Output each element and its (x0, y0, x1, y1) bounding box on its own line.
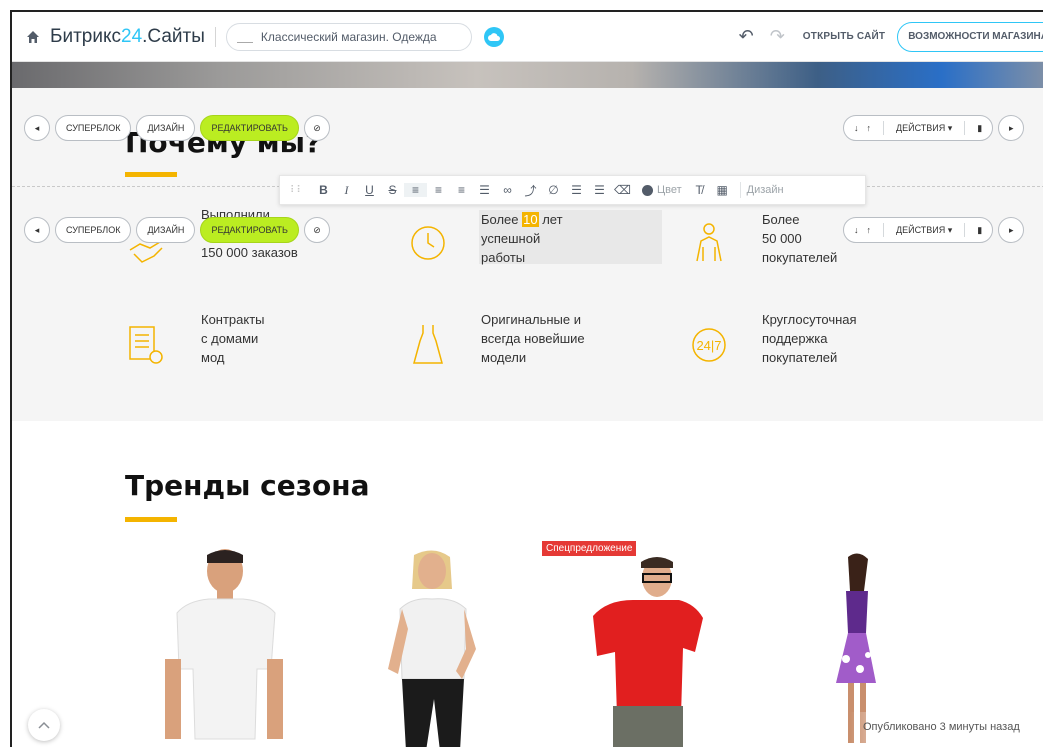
scroll-top-button[interactable] (28, 709, 60, 741)
bold-button[interactable]: B (312, 183, 335, 197)
superblock-button[interactable]: СУПЕРБЛОК (55, 217, 132, 243)
brand-number: 24 (121, 25, 143, 47)
link-icon[interactable]: ∞ (496, 183, 519, 197)
published-status: Опубликовано 3 минуты назад (863, 721, 1020, 733)
site-selector[interactable]: Классический магазин. Одежда (225, 22, 472, 51)
support-icon-text: 24|7 (696, 338, 721, 353)
trends-title: Тренды сезона (125, 469, 370, 502)
site-name: Классический магазин. Одежда (260, 29, 437, 44)
brand-logo[interactable]: Битрикс24.Сайты (50, 26, 205, 48)
brand-prefix: Битрикс (50, 25, 121, 47)
title-underline (125, 172, 177, 177)
unlink-icon[interactable]: ∅ (542, 183, 565, 197)
trash-icon[interactable]: ▮ (973, 123, 986, 134)
table-icon[interactable]: ▦ (711, 183, 734, 197)
clear-format-icon[interactable]: T̸ (688, 183, 711, 197)
divider (964, 121, 966, 135)
arrow-left-icon[interactable]: ◂ (24, 115, 50, 141)
block-controls-right: ↓ ↑ ДЕЙСТВИЯ ▾ ▮ ▸ (843, 115, 1029, 141)
feature-text: Круглосуточная поддержка покупателей (762, 312, 857, 365)
hide-icon[interactable]: ⊘ (303, 217, 330, 243)
page-link-icon[interactable]: ⤴ (519, 182, 542, 199)
divider (883, 121, 884, 135)
arrow-down-icon[interactable]: ↓ (850, 225, 863, 235)
divider (883, 223, 884, 237)
superblock-button[interactable]: СУПЕРБЛОК (55, 115, 132, 141)
arrow-up-icon[interactable]: ↑ (863, 123, 876, 133)
trends-section: Тренды сезона Спецпредложение (12, 421, 1043, 747)
divider (739, 182, 741, 198)
product-image[interactable] (157, 549, 287, 747)
design-button[interactable]: Дизайн (747, 184, 784, 196)
align-center-icon[interactable]: ≡ (427, 183, 450, 197)
hero-image (12, 62, 1043, 88)
block-actions-group: ↓ ↑ ДЕЙСТВИЯ ▾ ▮ (843, 217, 994, 243)
actions-dropdown[interactable]: ДЕЙСТВИЯ ▾ (892, 225, 956, 236)
special-offer-badge: Спецпредложение (542, 541, 637, 556)
title-underline (125, 517, 177, 522)
italic-button[interactable]: I (335, 183, 358, 198)
color-dot-icon[interactable] (642, 184, 653, 196)
color-button[interactable]: Цвет (657, 184, 682, 196)
site-thumb-icon (236, 31, 253, 43)
edit-button[interactable]: РЕДАКТИРОВАТЬ (200, 217, 299, 243)
drag-handle-icon[interactable]: ⠇⠇ (290, 185, 306, 196)
arrow-left-icon[interactable]: ◂ (24, 217, 50, 243)
bullet-list-icon[interactable]: ☰ (565, 183, 588, 197)
block-controls-left: ◂ СУПЕРБЛОК ДИЗАЙН РЕДАКТИРОВАТЬ ⊘ (24, 115, 335, 141)
top-bar: Битрикс24.Сайты Классический магазин. Од… (12, 12, 1043, 62)
shop-features-button[interactable]: ВОЗМОЖНОСТИ МАГАЗИНА (897, 21, 1043, 52)
undo-icon[interactable]: ↶ (739, 26, 754, 47)
chevron-up-icon (38, 721, 50, 729)
actions-dropdown[interactable]: ДЕЙСТВИЯ ▾ (892, 123, 956, 134)
open-site-link[interactable]: ОТКРЫТЬ САЙТ (803, 31, 885, 42)
eraser-icon[interactable]: ⌫ (611, 183, 634, 197)
align-left-icon[interactable]: ≡ (404, 183, 427, 197)
page-frame: Битрикс24.Сайты Классический магазин. Од… (10, 10, 1043, 747)
divider (964, 223, 966, 237)
feature-text: Более 50 000 покупателей (762, 212, 838, 265)
block-actions-group: ↓ ↑ ДЕЙСТВИЯ ▾ ▮ (843, 115, 994, 141)
underline-button[interactable]: U (358, 183, 381, 197)
design-button[interactable]: ДИЗАЙН (136, 115, 196, 141)
trash-icon[interactable]: ▮ (973, 225, 986, 236)
document-icon (129, 326, 163, 364)
numbered-list-icon[interactable]: ☰ (588, 183, 611, 197)
brand-suffix: .Сайты (142, 25, 205, 47)
home-icon[interactable] (26, 30, 40, 44)
person-icon (696, 223, 722, 262)
dress-icon (413, 325, 443, 364)
align-right-icon[interactable]: ≡ (450, 183, 473, 197)
block-controls-right: ↓ ↑ ДЕЙСТВИЯ ▾ ▮ ▸ (843, 217, 1029, 243)
cloud-icon[interactable] (483, 26, 504, 47)
divider (214, 26, 216, 47)
arrow-right-icon[interactable]: ▸ (998, 217, 1025, 243)
block-controls-left: ◂ СУПЕРБЛОК ДИЗАЙН РЕДАКТИРОВАТЬ ⊘ (24, 217, 335, 243)
feature-text: Оригинальные и всегда новейшие модели (481, 312, 585, 365)
edit-button[interactable]: РЕДАКТИРОВАТЬ (200, 115, 299, 141)
feature-text-selected[interactable]: Более 10 лет успешной работы (481, 210, 563, 267)
support-24-7-icon: 24|7 (692, 328, 726, 362)
design-button[interactable]: ДИЗАЙН (136, 217, 196, 243)
feature-text: Контракты с домами мод (201, 312, 265, 365)
arrow-up-icon[interactable]: ↑ (863, 225, 876, 235)
hide-icon[interactable]: ⊘ (303, 115, 330, 141)
align-justify-icon[interactable]: ☰ (473, 183, 496, 197)
arrow-right-icon[interactable]: ▸ (998, 115, 1025, 141)
text-editor-toolbar: ⠇⠇ B I U S ≡ ≡ ≡ ☰ ∞ ⤴ ∅ ☰ ☰ ⌫ Цвет T̸ ▦… (279, 175, 866, 205)
product-image[interactable] (378, 549, 488, 747)
redo-icon[interactable]: ↷ (770, 26, 785, 47)
arrow-down-icon[interactable]: ↓ (850, 123, 863, 133)
clock-icon (411, 226, 445, 260)
strikethrough-button[interactable]: S (381, 183, 404, 197)
product-image[interactable] (583, 556, 703, 747)
